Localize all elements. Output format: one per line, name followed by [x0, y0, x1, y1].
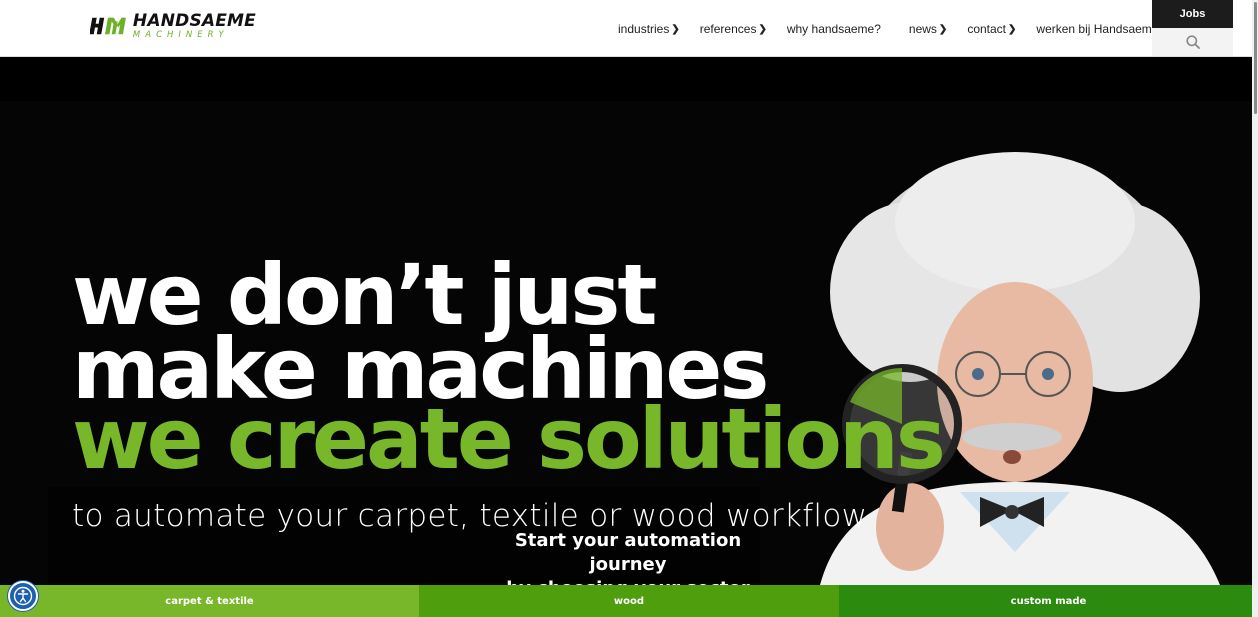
- nav-item-werken-bij[interactable]: werken bij Handsaeme: [1036, 22, 1158, 36]
- cta-line-1: Start your automation journey: [514, 530, 742, 575]
- accessibility-icon: [13, 586, 33, 606]
- jobs-button[interactable]: Jobs: [1152, 0, 1233, 28]
- nav-item-industries[interactable]: industries ❯: [618, 22, 680, 36]
- logo-wordmark: HANDSAEME: [132, 10, 256, 31]
- search-button[interactable]: [1152, 28, 1233, 56]
- chevron-right-icon: ❯: [938, 23, 948, 35]
- chevron-right-icon: ❯: [758, 23, 767, 35]
- nav-label: references: [699, 22, 757, 36]
- nav-item-contact[interactable]: contact ❯: [967, 22, 1016, 36]
- handsaeme-logo[interactable]: HANDSAEME MACHINERY: [90, 10, 256, 40]
- main-nav: industries ❯ references ❯ why handsaeme? n…: [618, 21, 1158, 37]
- nav-item-references[interactable]: references ❯: [700, 22, 767, 36]
- sector-wood[interactable]: wood: [419, 585, 839, 617]
- site-header: HANDSAEME MACHINERY industries ❯ referenc…: [0, 0, 1258, 57]
- chevron-right-icon: ❯: [1008, 23, 1017, 35]
- nav-label: news: [908, 22, 937, 36]
- cta-line-2: by choosing your sector: [478, 577, 778, 585]
- hero-top-band: [0, 57, 1252, 101]
- nav-label: werken bij Handsaeme: [1036, 22, 1159, 36]
- nav-item-news[interactable]: news ❯: [909, 22, 947, 36]
- hero-cta-text: Start your automation journey by choosin…: [478, 529, 778, 585]
- sector-carpet-textile[interactable]: carpet & textile: [0, 585, 419, 617]
- nav-item-why-handsaeme[interactable]: why handsaeme?: [787, 22, 881, 36]
- sector-custom-made[interactable]: custom made: [839, 585, 1258, 617]
- hero-headline-line3: we create solutions: [72, 390, 946, 488]
- scrollbar-thumb[interactable]: [1254, 2, 1257, 114]
- logo-subtitle: MACHINERY: [132, 29, 229, 40]
- chevron-right-icon: ❯: [671, 23, 680, 35]
- sector-bar: carpet & textile wood custom made: [0, 585, 1258, 617]
- hm-logo-mark-icon: [90, 17, 126, 35]
- nav-label: why handsaeme?: [786, 22, 881, 36]
- nav-label: industries: [618, 22, 670, 36]
- nav-label: contact: [967, 22, 1007, 36]
- hero-section: we don’t just make machines we create so…: [0, 57, 1252, 585]
- page-scrollbar[interactable]: [1252, 0, 1258, 617]
- search-icon: [1185, 35, 1200, 49]
- accessibility-button[interactable]: [8, 581, 38, 611]
